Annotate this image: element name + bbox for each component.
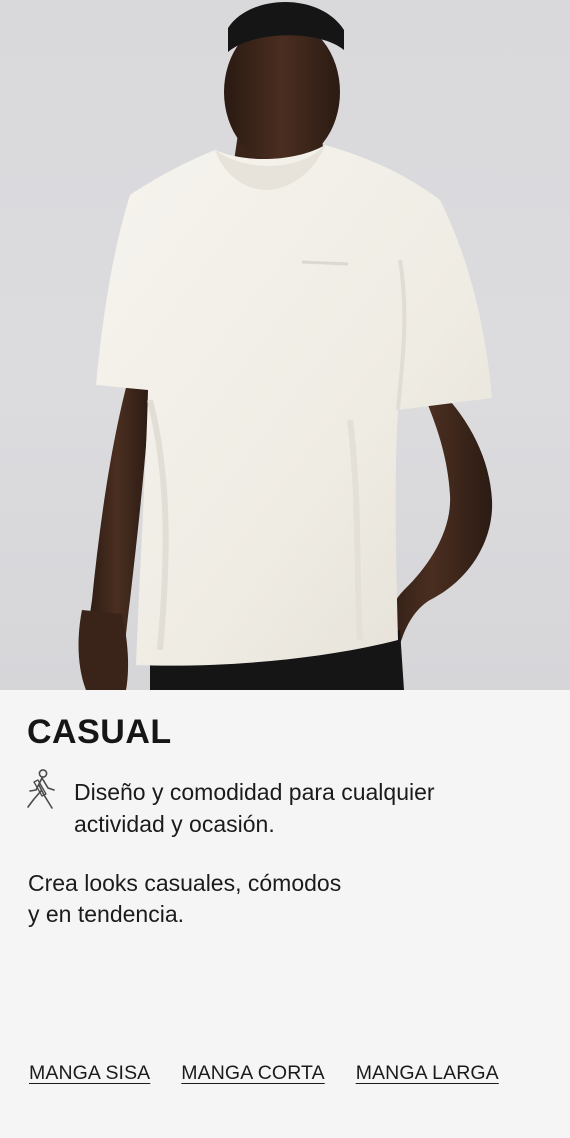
model-photo [78,2,493,690]
hero-image [0,0,570,690]
feature-line-2: actividad y ocasión. [74,811,275,837]
category-title: CASUAL [27,713,172,751]
feature-line-1: Diseño y comodidad para cualquier [74,779,435,805]
link-manga-larga[interactable]: MANGA LARGA [356,1062,499,1085]
feature-row: Diseño y comodidad para cualquier activi… [24,768,544,840]
sleeve-links: MANGA SISA MANGA CORTA MANGA LARGA [29,1062,499,1085]
tagline: Crea looks casuales, cómodos y en tenden… [28,868,448,930]
walking-person-icon [24,768,58,812]
tagline-line-2: y en tendencia. [28,901,185,927]
feature-description: Diseño y comodidad para cualquier activi… [74,776,435,840]
tagline-line-1: Crea looks casuales, cómodos [28,870,342,896]
category-panel: CASUAL Diseño y comodidad para cualquier… [0,690,570,1138]
link-manga-sisa[interactable]: MANGA SISA [29,1062,150,1085]
link-manga-corta[interactable]: MANGA CORTA [181,1062,324,1085]
